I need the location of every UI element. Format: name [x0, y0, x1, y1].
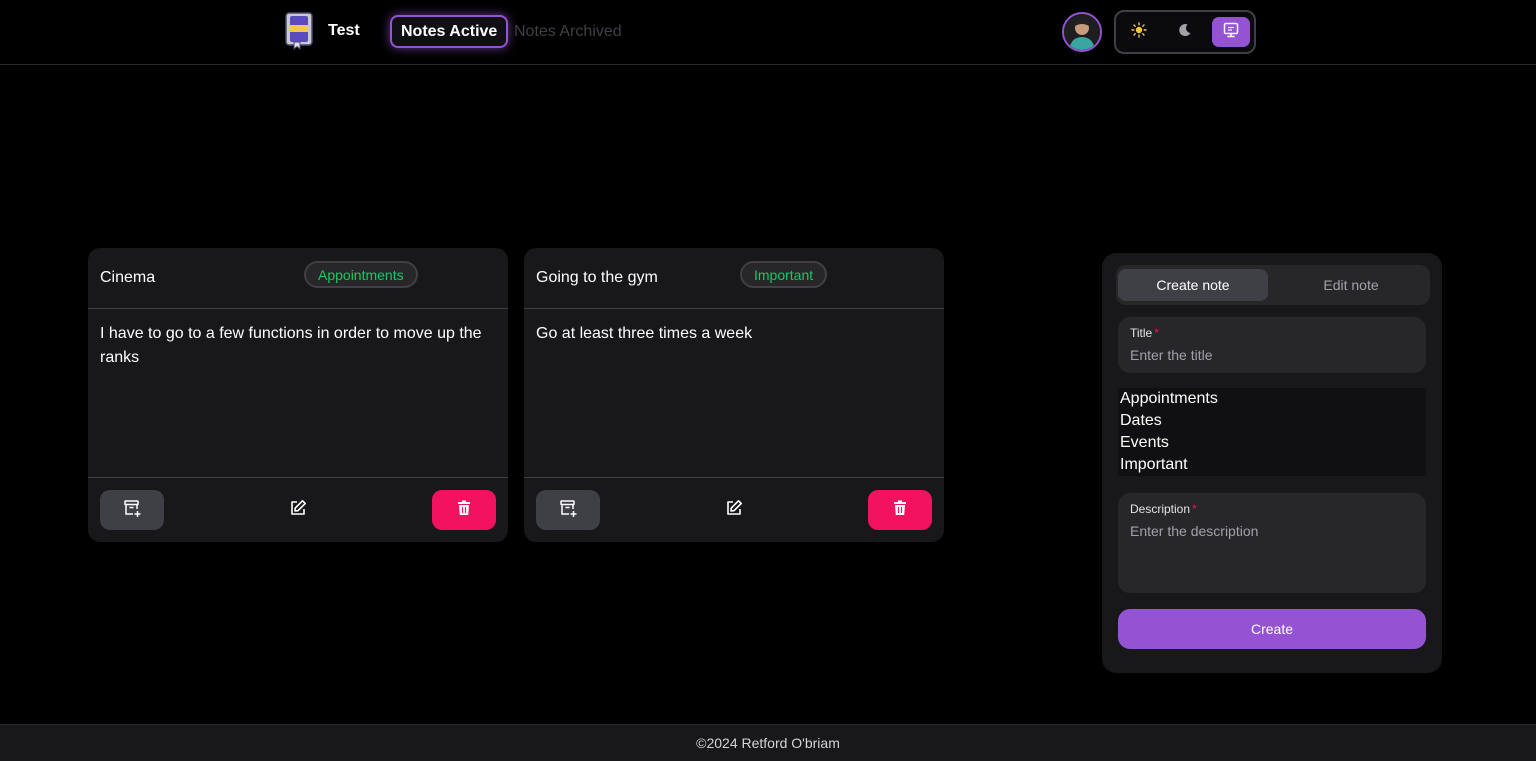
moon-icon [1177, 22, 1193, 43]
title-field[interactable]: Title * [1118, 317, 1426, 373]
brand-name: Test [328, 22, 360, 39]
title-input[interactable] [1130, 345, 1414, 365]
edit-button[interactable] [278, 490, 318, 530]
note-card-header: Going to the gym Important [524, 248, 944, 309]
notebook-logo-icon [284, 12, 314, 51]
category-option[interactable]: Events [1118, 432, 1426, 454]
edit-icon [724, 498, 744, 523]
category-option[interactable]: Important [1118, 454, 1426, 476]
note-card: Going to the gym Important Go at least t… [524, 248, 944, 542]
system-theme-button[interactable] [1212, 17, 1250, 47]
archive-button[interactable] [100, 490, 164, 530]
top-navbar: Test Notes Active Notes Archived [0, 0, 1536, 65]
note-card-footer [88, 477, 508, 542]
category-select[interactable]: Appointments Dates Events Important [1118, 388, 1426, 476]
title-label: Title * [1130, 326, 1159, 340]
nav-notes-archived[interactable]: Notes Archived [514, 23, 622, 41]
note-description: I have to go to a few functions in order… [100, 325, 482, 366]
nav-notes-active[interactable]: Notes Active [390, 15, 509, 48]
note-category-chip: Appointments [304, 261, 418, 288]
brand[interactable]: Test [284, 12, 360, 51]
archive-icon [558, 498, 578, 523]
note-title: Cinema [100, 269, 156, 286]
description-field[interactable]: Description * [1118, 493, 1426, 593]
note-card: Cinema Appointments I have to go to a fe… [88, 248, 508, 542]
note-card-footer [524, 477, 944, 542]
edit-icon [288, 498, 308, 523]
description-input[interactable] [1130, 523, 1414, 583]
tab-create-note[interactable]: Create note [1118, 269, 1268, 301]
description-label: Description * [1130, 502, 1197, 516]
delete-button[interactable] [432, 490, 496, 530]
monitor-icon [1222, 21, 1240, 44]
footer: ©2024 Retford O'briam [0, 724, 1536, 761]
form-tabs: Create note Edit note [1116, 265, 1430, 305]
category-option[interactable]: Appointments [1118, 388, 1426, 410]
archive-icon [122, 498, 142, 523]
theme-switcher [1114, 10, 1256, 54]
create-button[interactable]: Create [1118, 609, 1426, 649]
user-avatar[interactable] [1062, 12, 1102, 52]
sun-icon [1131, 21, 1147, 43]
category-option[interactable]: Dates [1118, 410, 1426, 432]
delete-button[interactable] [868, 490, 932, 530]
archive-button[interactable] [536, 490, 600, 530]
note-form-panel: Create note Edit note Title* Appointment… [1102, 253, 1442, 673]
note-category-chip: Important [740, 261, 828, 288]
note-description: Go at least three times a week [536, 325, 753, 342]
trash-icon [456, 500, 472, 521]
note-card-header: Cinema Appointments [88, 248, 508, 309]
edit-button[interactable] [714, 490, 754, 530]
trash-icon [892, 500, 908, 521]
dark-theme-button[interactable] [1166, 17, 1204, 47]
note-title: Going to the gym [536, 269, 658, 286]
light-theme-button[interactable] [1120, 17, 1158, 47]
tab-edit-note[interactable]: Edit note [1276, 269, 1426, 301]
copyright-text: ©2024 Retford O'briam [696, 735, 840, 751]
